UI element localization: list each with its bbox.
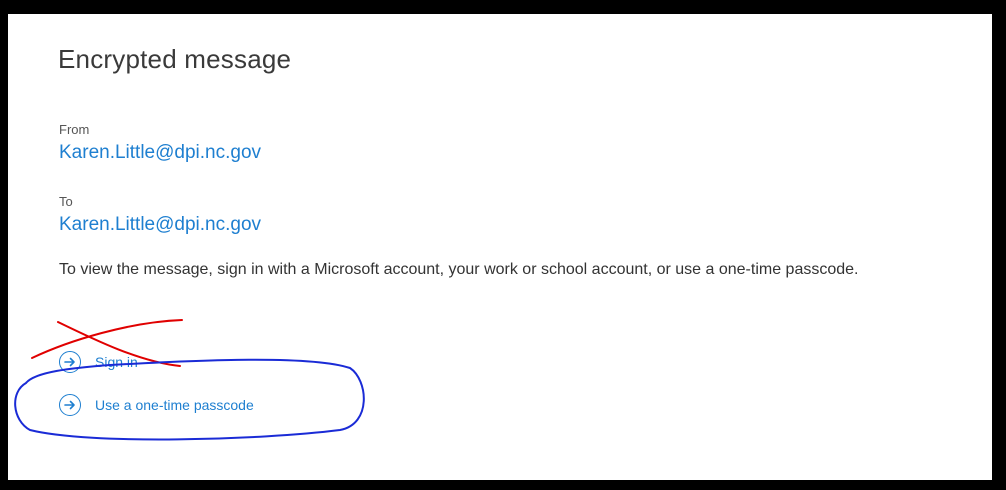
from-label: From — [59, 122, 90, 137]
sign-in-button[interactable]: Sign in — [59, 351, 138, 373]
instructions-text: To view the message, sign in with a Micr… — [59, 261, 859, 278]
to-label: To — [59, 194, 73, 209]
arrow-right-circle-icon — [59, 351, 81, 373]
one-time-passcode-button[interactable]: Use a one-time passcode — [59, 394, 254, 416]
arrow-right-circle-icon — [59, 394, 81, 416]
encrypted-message-panel: Encrypted message From Karen.Little@dpi.… — [8, 14, 992, 480]
to-email-link[interactable]: Karen.Little@dpi.nc.gov — [59, 214, 261, 236]
page-title: Encrypted message — [58, 44, 292, 74]
from-email-link[interactable]: Karen.Little@dpi.nc.gov — [59, 142, 261, 164]
one-time-passcode-label: Use a one-time passcode — [95, 397, 254, 413]
top-border — [0, 0, 1006, 14]
sign-in-label: Sign in — [95, 354, 138, 370]
